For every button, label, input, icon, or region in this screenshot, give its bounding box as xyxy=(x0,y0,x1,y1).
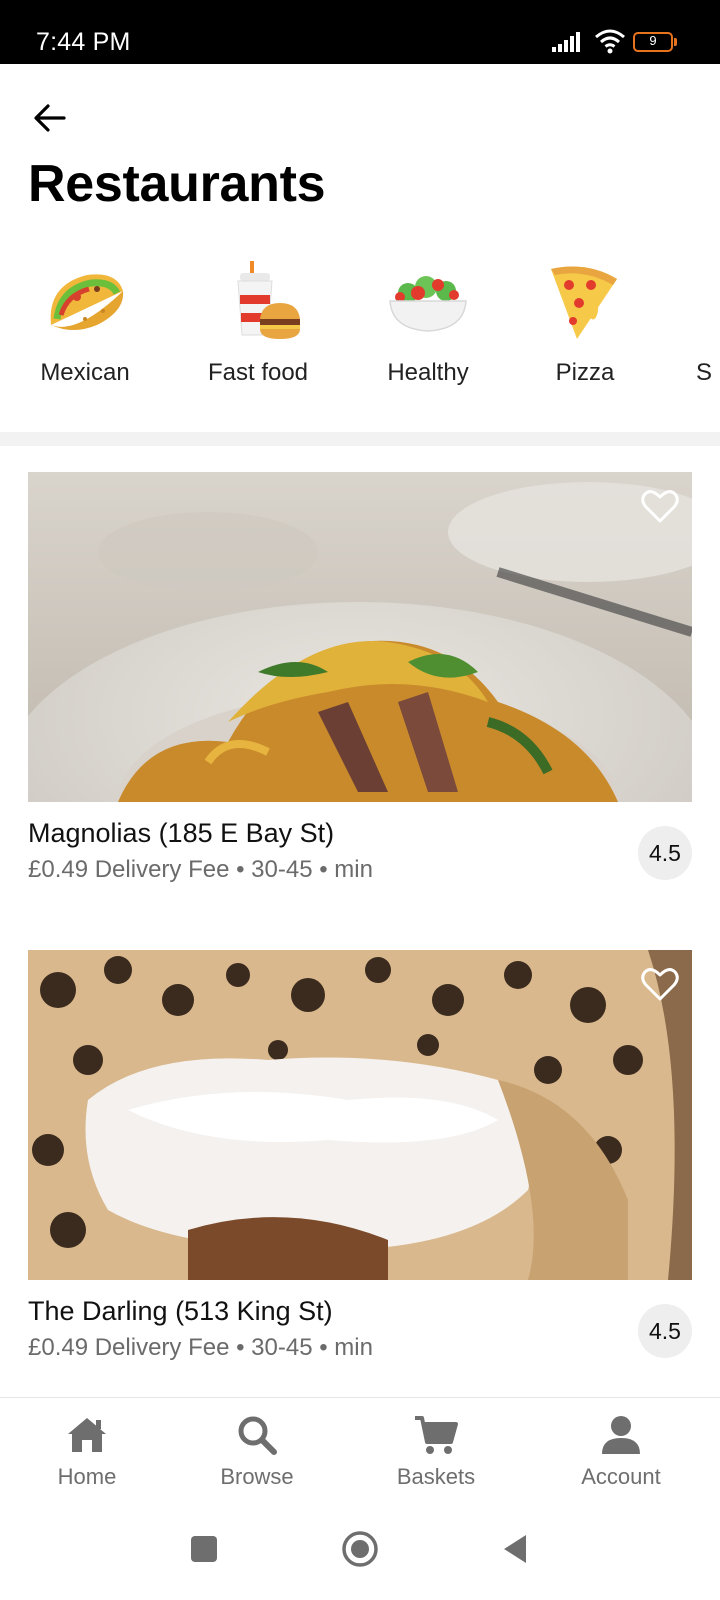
bottom-nav: Home Browse Baskets Account xyxy=(0,1397,720,1505)
category-label: Pizza xyxy=(555,359,615,386)
category-healthy[interactable]: Healthy xyxy=(343,255,513,387)
home-icon xyxy=(68,1418,106,1452)
restaurant-image xyxy=(28,950,692,1280)
status-time: 7:44 PM xyxy=(36,28,131,56)
home-circle-icon[interactable] xyxy=(338,1527,382,1571)
recents-icon[interactable] xyxy=(182,1527,226,1571)
nav-label: Home xyxy=(57,1464,117,1489)
heart-outline-icon[interactable] xyxy=(638,962,682,1006)
restaurant-meta: £0.49 Delivery Fee • 30-45 • min xyxy=(28,856,373,883)
nav-browse[interactable]: Browse xyxy=(182,1412,332,1490)
account-icon xyxy=(602,1416,640,1454)
nav-baskets[interactable]: Baskets xyxy=(361,1412,511,1490)
system-nav-bar xyxy=(0,1505,720,1600)
category-label: S xyxy=(696,359,713,386)
pizza-icon xyxy=(551,266,617,339)
nav-account[interactable]: Account xyxy=(546,1412,696,1490)
page-title: Restaurants xyxy=(28,155,326,213)
restaurant-image xyxy=(28,472,692,802)
salad-icon xyxy=(389,276,467,332)
category-label: Mexican xyxy=(40,359,130,386)
back-button[interactable] xyxy=(28,96,72,140)
wifi-icon xyxy=(595,29,625,54)
restaurant-name: Magnolias (185 E Bay St) xyxy=(28,818,335,848)
signal-icon xyxy=(552,32,580,52)
category-partial[interactable]: S xyxy=(660,255,720,387)
rating-badge: 4.5 xyxy=(638,1304,692,1358)
status-bar: 7:44 PM 9 xyxy=(0,0,720,64)
nav-label: Account xyxy=(581,1464,661,1489)
category-label: Healthy xyxy=(387,359,469,386)
fast-food-icon xyxy=(237,261,300,339)
nav-label: Baskets xyxy=(396,1464,476,1489)
heart-outline-icon[interactable] xyxy=(638,484,682,528)
search-icon xyxy=(238,1416,277,1455)
restaurant-name: The Darling (513 King St) xyxy=(28,1296,333,1326)
back-arrow-icon xyxy=(34,104,66,132)
section-divider xyxy=(0,432,720,446)
category-carousel[interactable]: Mexican Fast food Healthy Pizza S xyxy=(0,255,720,405)
taco-icon xyxy=(50,274,124,330)
category-label: Fast food xyxy=(207,359,309,386)
category-pizza[interactable]: Pizza xyxy=(500,255,670,387)
battery-icon: 9 xyxy=(633,32,677,52)
restaurant-meta: £0.49 Delivery Fee • 30-45 • min xyxy=(28,1334,373,1361)
restaurant-card[interactable]: The Darling (513 King St) £0.49 Delivery… xyxy=(28,950,692,1361)
category-fast-food[interactable]: Fast food xyxy=(173,255,343,387)
nav-label: Browse xyxy=(220,1464,294,1489)
nav-home[interactable]: Home xyxy=(12,1412,162,1490)
rating-badge: 4.5 xyxy=(638,826,692,880)
restaurant-card[interactable]: Magnolias (185 E Bay St) £0.49 Delivery … xyxy=(28,472,692,883)
cart-icon xyxy=(415,1416,458,1454)
back-triangle-icon[interactable] xyxy=(494,1527,538,1571)
battery-level: 9 xyxy=(649,33,657,48)
category-mexican[interactable]: Mexican xyxy=(0,255,170,387)
